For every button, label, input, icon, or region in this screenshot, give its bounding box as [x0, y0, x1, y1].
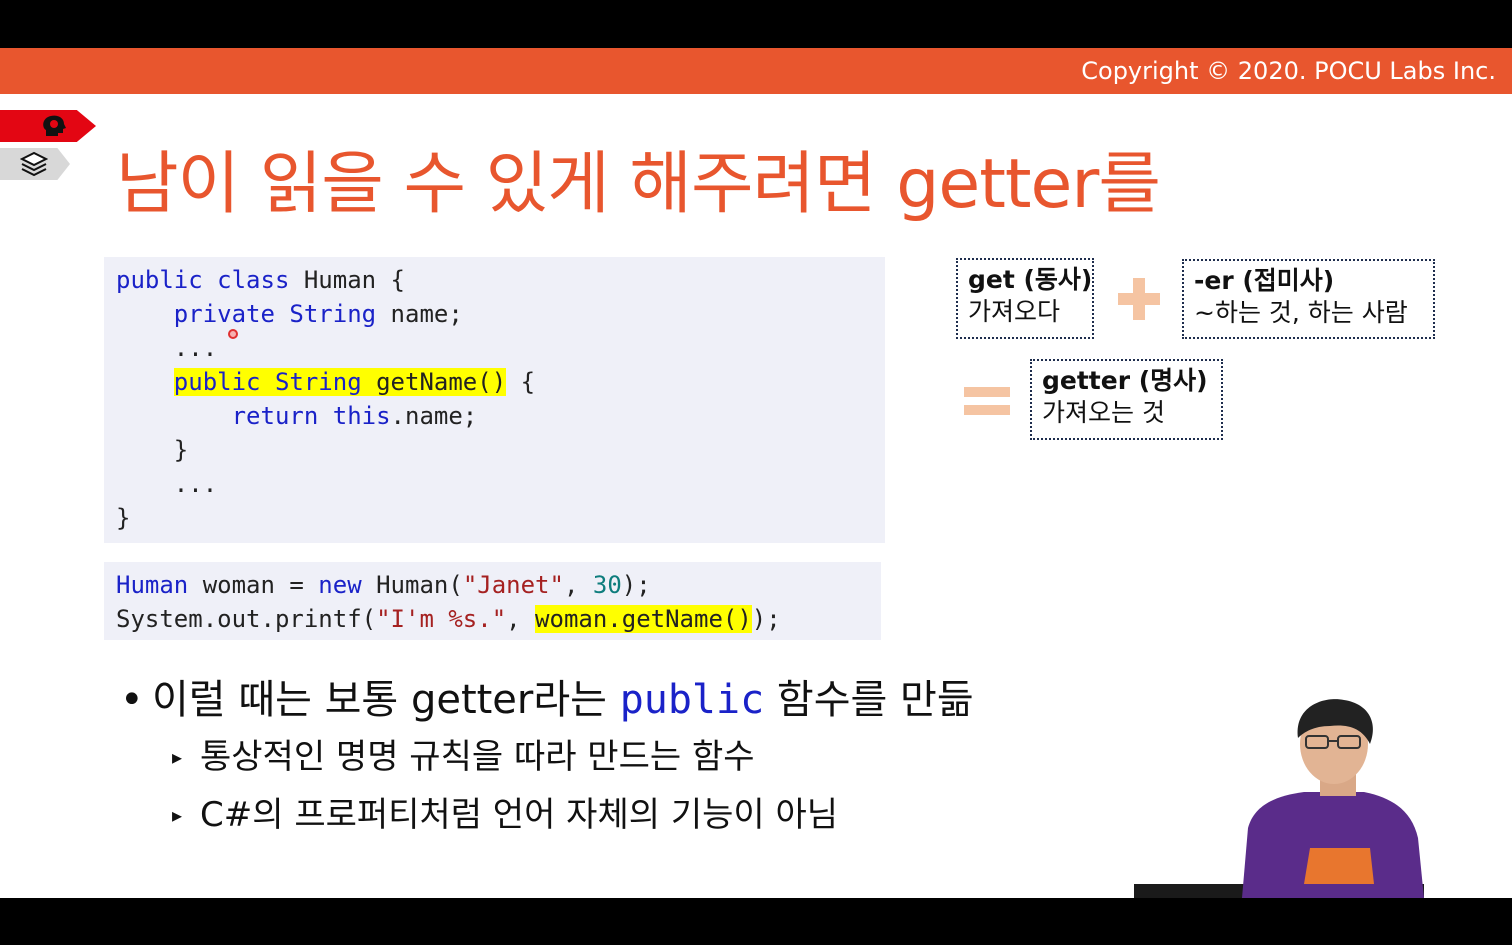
- header-bar: Copyright © 2020. POCU Labs Inc.: [0, 48, 1512, 94]
- video-letterbox-bottom: [0, 898, 1512, 945]
- bullet-sub-1-text: 통상적인 명명 규칙을 따라 만드는 함수: [200, 737, 755, 777]
- equals-icon: [964, 387, 1010, 415]
- triangle-bullet-icon: ▸: [172, 745, 183, 769]
- bullet-main-text: 이럴 때는 보통 getter라는: [152, 677, 620, 723]
- word-get-title: get (동사): [968, 265, 1093, 294]
- word-box-get: get (동사) 가져오다: [956, 258, 1094, 339]
- video-letterbox-top: [0, 0, 1512, 48]
- bullet-main-keyword: public: [619, 677, 765, 723]
- word-er-meaning: ~하는 것, 하는 사람: [1194, 298, 1408, 327]
- mouse-cursor-indicator: [228, 329, 238, 339]
- presenter-video: [1134, 699, 1424, 898]
- bullet-sub-2: ▸ C#의 프로퍼티처럼 언어 자체의 기능이 아님: [172, 786, 974, 844]
- bullet-sub-1: ▸ 통상적인 명명 규칙을 따라 만드는 함수: [172, 728, 974, 786]
- word-get-meaning: 가져오다: [968, 297, 1061, 326]
- books-icon: [20, 151, 48, 177]
- code-block-class: public class Human { private String name…: [104, 257, 885, 543]
- word-getter-meaning: 가져오는 것: [1042, 398, 1165, 427]
- word-er-title: -er (접미사): [1194, 266, 1335, 295]
- slide-title: 남이 읽을 수 있게 해주려면 getter를: [116, 145, 1161, 224]
- bullet-main-text-end: 함수를 만듦: [764, 677, 974, 723]
- bullet-list: • 이럴 때는 보통 getter라는 public 함수를 만듦 ▸ 통상적인 명…: [120, 672, 974, 844]
- plus-icon: [1118, 278, 1160, 320]
- head-icon: [43, 115, 66, 136]
- code-block-usage: Human woman = new Human("Janet", 30); Sy…: [104, 562, 881, 640]
- word-box-er: -er (접미사) ~하는 것, 하는 사람: [1182, 259, 1435, 339]
- word-getter-title: getter (명사): [1042, 366, 1208, 395]
- triangle-bullet-icon: ▸: [172, 803, 183, 827]
- bullet-sub-2-text: C#의 프로퍼티처럼 언어 자체의 기능이 아님: [200, 795, 839, 835]
- bullet-dot-icon: •: [120, 677, 144, 723]
- word-box-getter: getter (명사) 가져오는 것: [1030, 359, 1223, 440]
- copyright-text: Copyright © 2020. POCU Labs Inc.: [1081, 57, 1496, 85]
- bullet-main: • 이럴 때는 보통 getter라는 public 함수를 만듦: [120, 672, 974, 728]
- slide: Copyright © 2020. POCU Labs Inc. 남이 읽을 수…: [0, 48, 1512, 898]
